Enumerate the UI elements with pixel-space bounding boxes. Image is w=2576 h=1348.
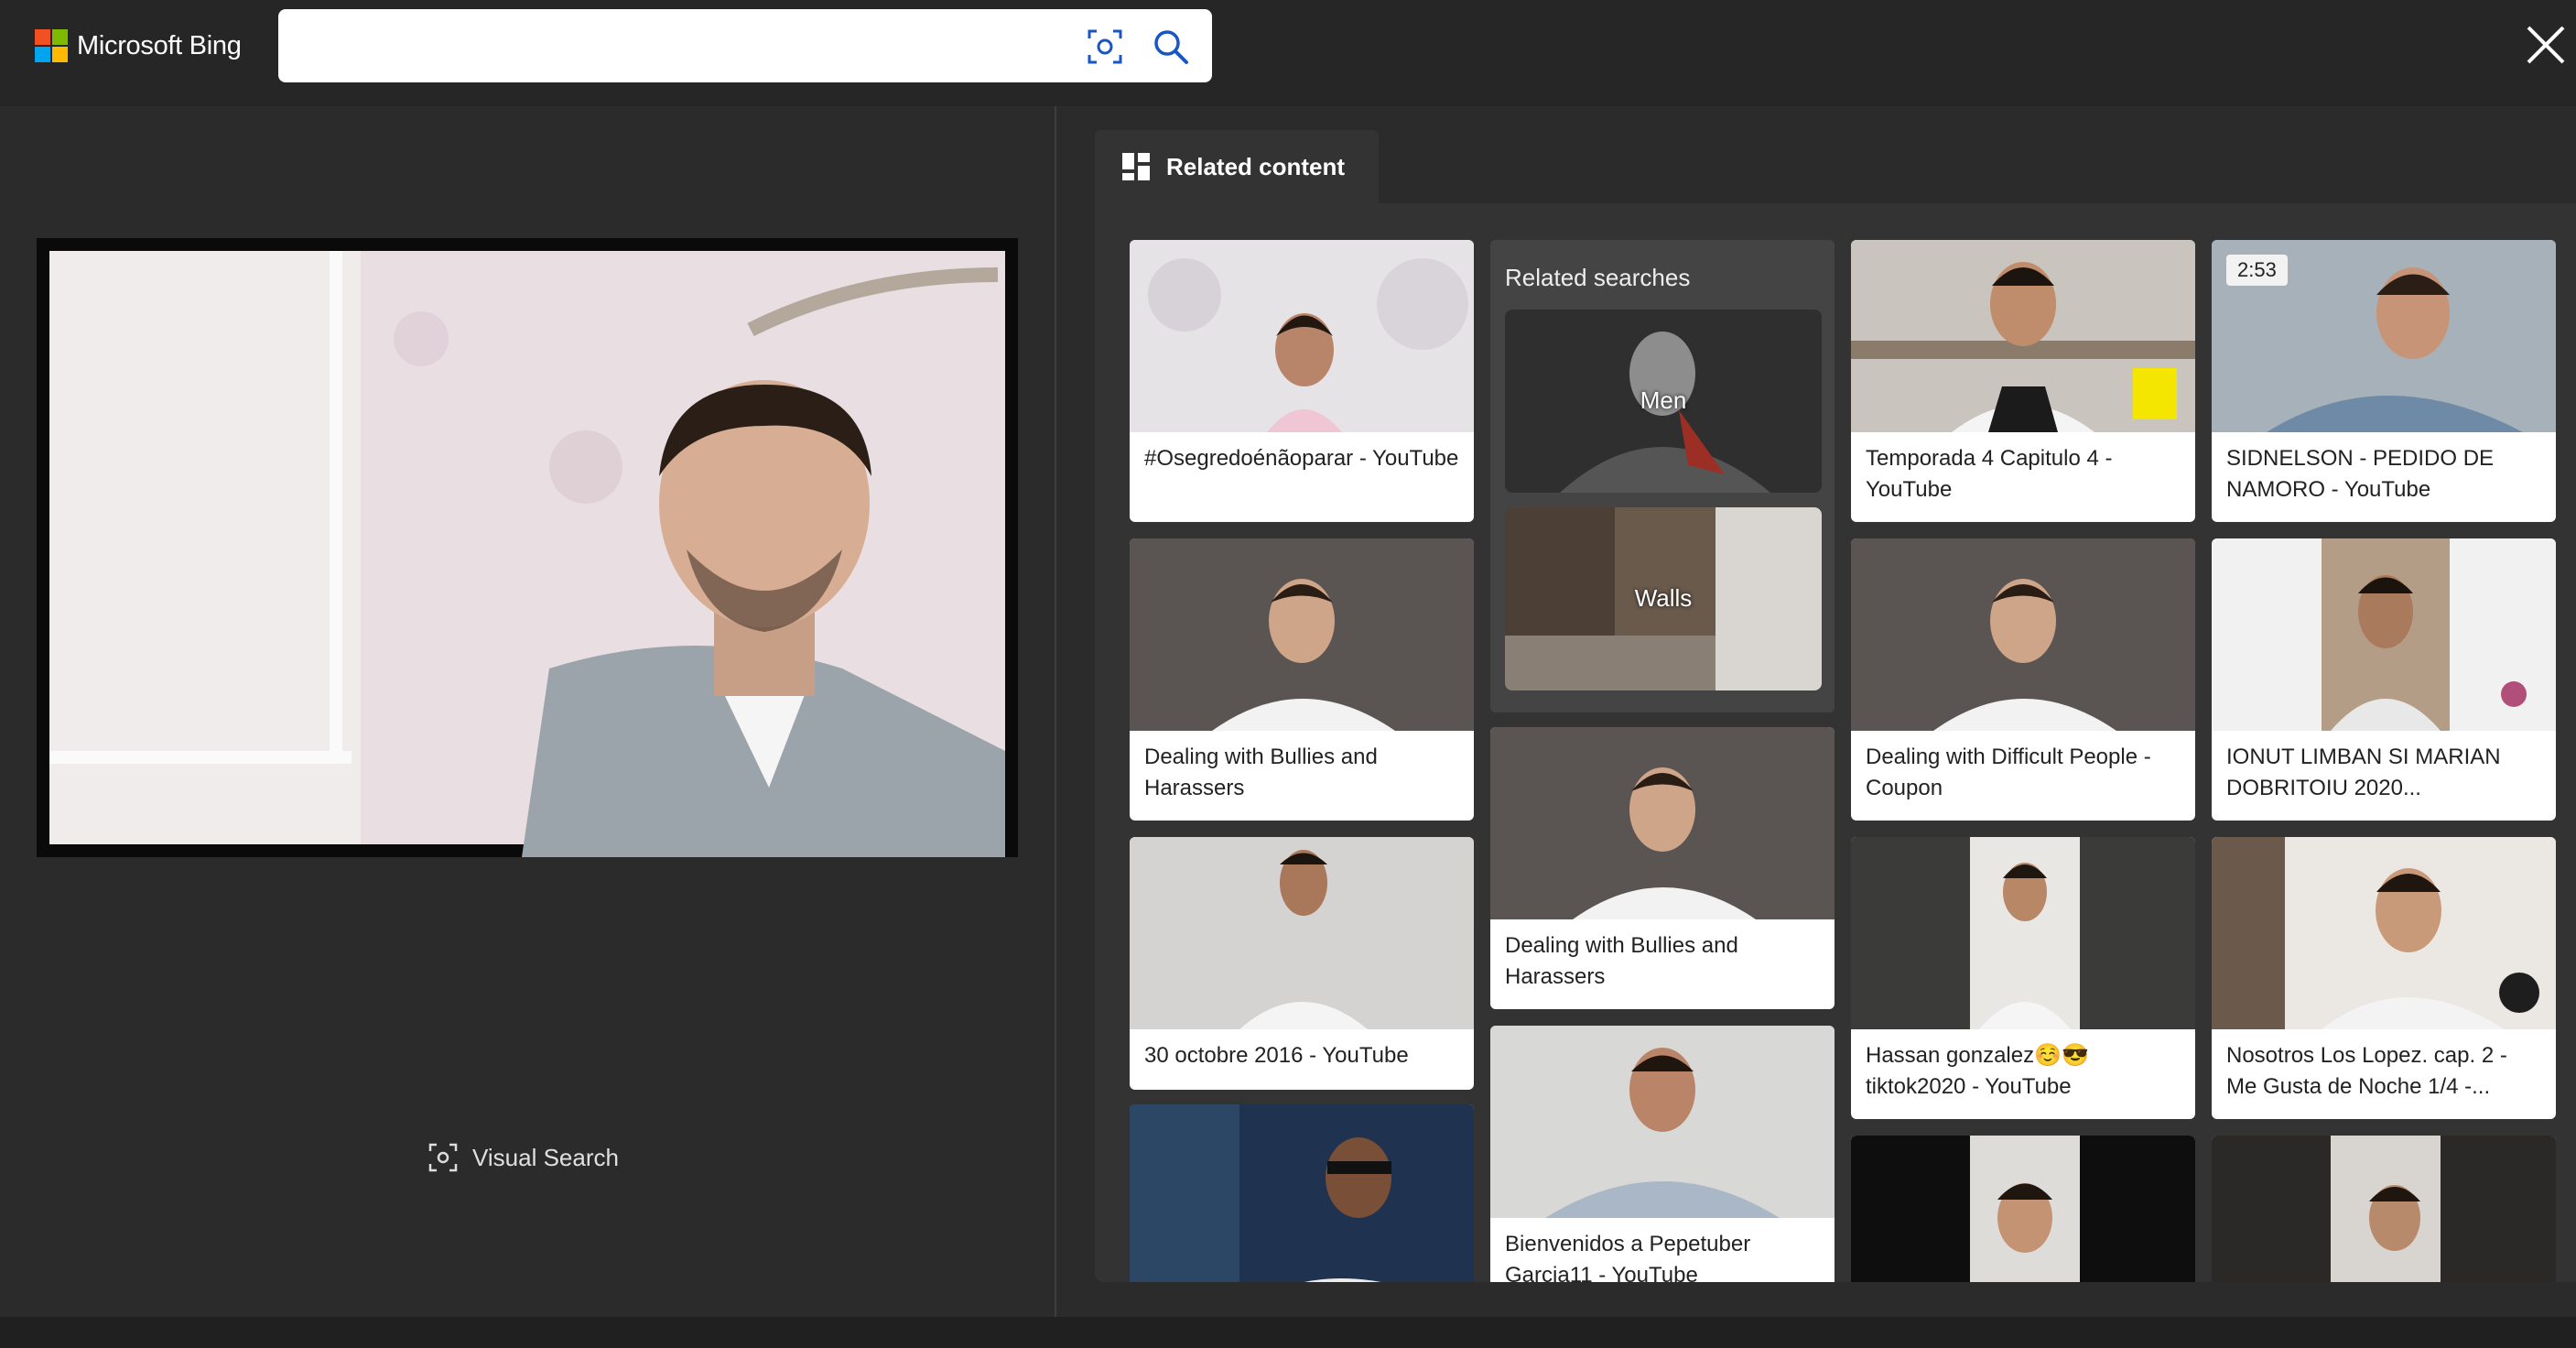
result-caption: Dealing with Bullies and Harassers (1144, 745, 1378, 800)
result-card[interactable] (1851, 1136, 2195, 1282)
related-searches-box: Related searches Men Walls (1490, 240, 1835, 712)
result-card[interactable]: Hassan gonzalez☺️😎 tiktok2020 - YouTube (1851, 837, 2195, 1119)
related-search-label: Walls (1634, 584, 1693, 612)
result-card[interactable]: IONUT LIMBAN SI MARIAN DOBRITOIU 2020... (2212, 538, 2556, 821)
result-card[interactable] (2212, 1136, 2556, 1282)
result-card[interactable] (1130, 1104, 1474, 1282)
camera-lens-icon (1088, 29, 1122, 64)
result-thumbnail (1851, 1136, 2195, 1282)
related-search-tile[interactable]: Men (1505, 310, 1822, 493)
pane-divider[interactable] (1055, 106, 1056, 1317)
result-thumbnail (1851, 837, 2195, 1029)
visual-search-label: Visual Search (472, 1143, 619, 1171)
result-thumbnail: 2:53 (2212, 240, 2556, 432)
camera-lens-icon (428, 1143, 458, 1172)
grid-layout-icon (1122, 153, 1150, 180)
close-x-icon (2527, 26, 2565, 64)
result-card[interactable]: #Osegredoénãoparar - YouTube (1130, 240, 1474, 522)
search-box[interactable] (278, 9, 1212, 82)
result-caption: Bienvenidos a Pepetuber Garcia11 - YouTu… (1505, 1232, 1751, 1282)
result-thumbnail (1130, 538, 1474, 731)
search-input[interactable] (297, 26, 1051, 68)
microsoft-logo-icon (35, 29, 68, 62)
search-button[interactable] (1150, 26, 1192, 68)
result-caption: Temporada 4 Capitulo 4 - YouTube (1866, 446, 2113, 502)
related-search-tile[interactable]: Walls (1505, 507, 1822, 690)
magnifier-icon (1154, 30, 1188, 64)
result-caption: Dealing with Difficult People - Coupon (1866, 745, 2151, 800)
bing-logo[interactable]: Microsoft Bing (35, 27, 242, 64)
result-caption: Dealing with Bullies and Harassers (1505, 933, 1738, 989)
result-card[interactable]: Temporada 4 Capitulo 4 - YouTube (1851, 240, 2195, 522)
video-duration-badge: 2:53 (2226, 255, 2288, 286)
tab-related-content[interactable]: Related content (1095, 130, 1379, 203)
result-thumbnail (1490, 1026, 1835, 1218)
result-caption: IONUT LIMBAN SI MARIAN DOBRITOIU 2020... (2226, 745, 2501, 800)
result-card[interactable]: Dealing with Bullies and Harassers (1490, 727, 1835, 1009)
brand-name: Microsoft Bing (77, 30, 242, 60)
result-thumbnail (2212, 837, 2556, 1029)
visual-search-button[interactable] (1084, 26, 1126, 68)
visual-search-link[interactable]: Visual Search (427, 1139, 619, 1176)
result-thumbnail (1130, 1104, 1474, 1282)
result-thumbnail (2212, 538, 2556, 731)
main-preview-image[interactable] (37, 238, 1018, 857)
result-thumbnail (1851, 538, 2195, 731)
result-thumbnail (1130, 240, 1474, 432)
result-card[interactable]: Nosotros Los Lopez. cap. 2 - Me Gusta de… (2212, 837, 2556, 1119)
result-caption: SIDNELSON - PEDIDO DE NAMORO - YouTube (2226, 446, 2495, 502)
top-bar: Microsoft Bing (0, 0, 2576, 106)
result-card[interactable]: 2:53 SIDNELSON - PEDIDO DE NAMORO - YouT… (2212, 240, 2556, 522)
result-thumbnail (1490, 727, 1835, 919)
result-card[interactable]: Bienvenidos a Pepetuber Garcia11 - YouTu… (1490, 1026, 1835, 1282)
result-caption: Hassan gonzalez☺️😎 tiktok2020 - YouTube (1866, 1043, 2089, 1099)
result-thumbnail (1851, 240, 2195, 432)
result-caption: 30 octobre 2016 - YouTube (1144, 1043, 1409, 1068)
related-content-panel[interactable]: #Osegredoénãoparar - YouTube Dealing wit… (1095, 203, 2576, 1282)
result-caption: #Osegredoénãoparar - YouTube (1144, 446, 1459, 471)
result-thumbnail (2212, 1136, 2556, 1282)
bottom-strip (0, 1317, 2576, 1348)
result-thumbnail (1130, 837, 1474, 1029)
result-caption: Nosotros Los Lopez. cap. 2 - Me Gusta de… (2226, 1043, 2507, 1099)
result-card[interactable]: 30 octobre 2016 - YouTube (1130, 837, 1474, 1090)
tab-label: Related content (1166, 152, 1346, 180)
related-searches-title: Related searches (1505, 264, 1691, 291)
close-button[interactable] (2523, 22, 2569, 68)
result-card[interactable]: Dealing with Bullies and Harassers (1130, 538, 1474, 821)
result-card[interactable]: Dealing with Difficult People - Coupon (1851, 538, 2195, 821)
related-search-label: Men (1640, 386, 1687, 414)
